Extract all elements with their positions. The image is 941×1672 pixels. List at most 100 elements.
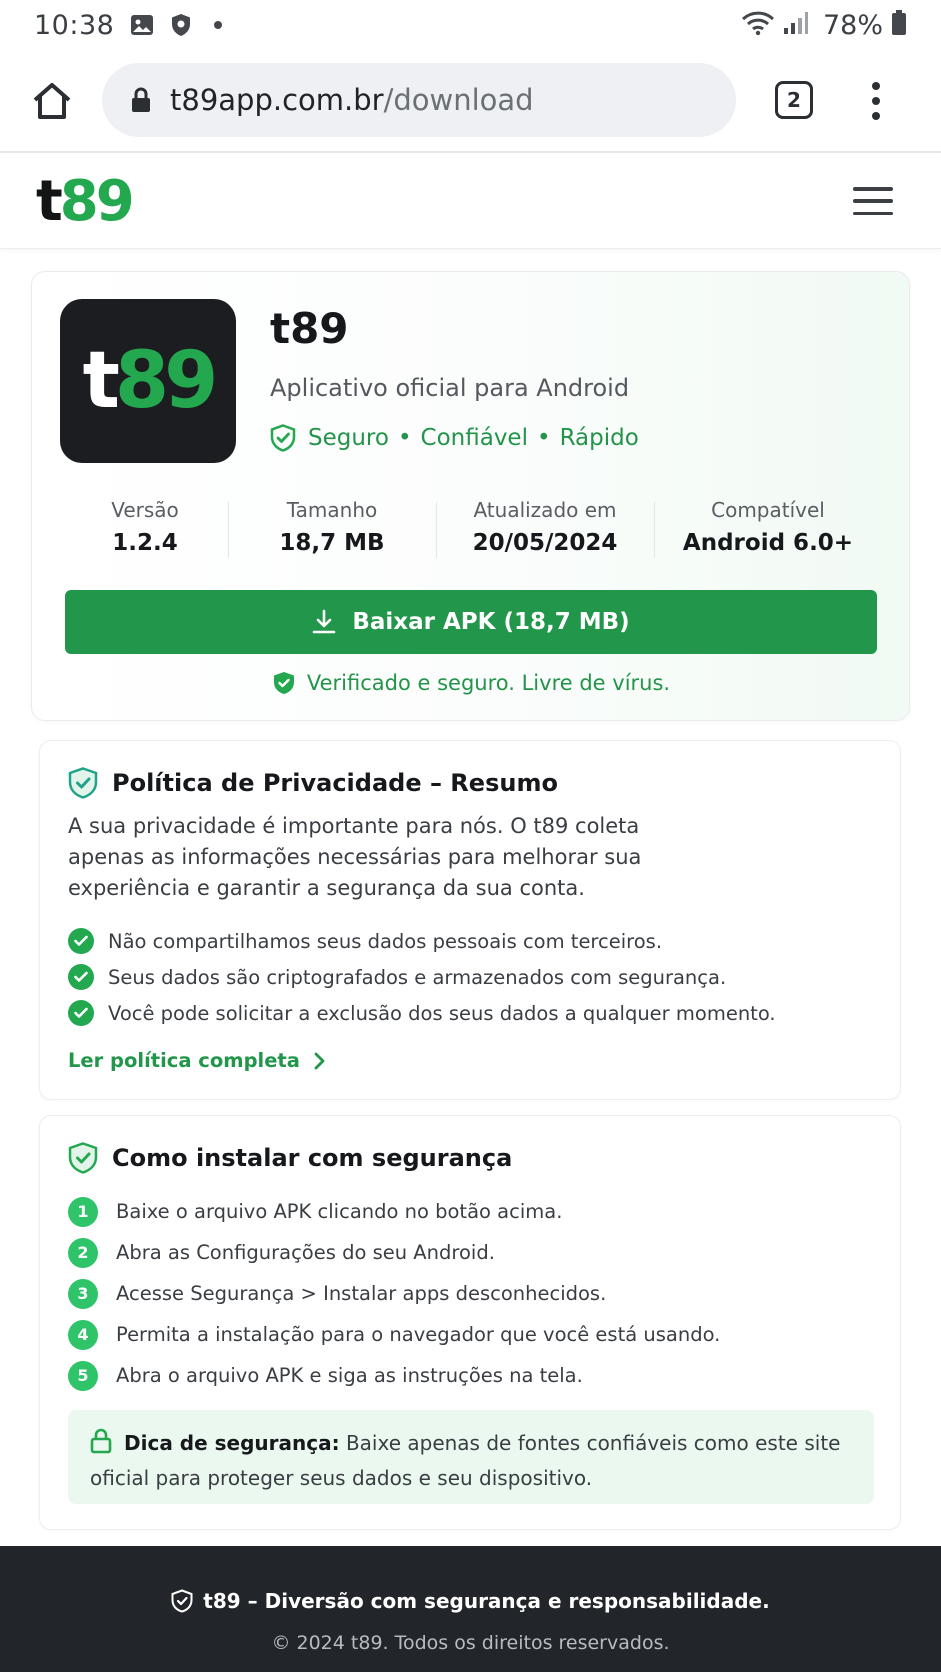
list-item: Seus dados são criptografados e armazena… [68, 959, 776, 995]
read-link-label: Ler política completa [68, 1049, 300, 1072]
app-info-row: Versão 1.2.4 Tamanho 18,7 MB Atualizado … [62, 498, 882, 558]
info-value: Android 6.0+ [682, 530, 854, 556]
verified-note: Verificado e seguro. Livre de vírus. [32, 671, 911, 695]
app-icon-logo: t89 [82, 336, 219, 426]
step-text: Abra o arquivo APK e siga as instruções … [116, 1364, 583, 1387]
badge-secure: Seguro [308, 425, 389, 451]
app-subtitle: Aplicativo oficial para Android [270, 374, 630, 402]
read-full-policy-link[interactable]: Ler política completa [68, 1049, 326, 1072]
badge-separator: • [397, 425, 412, 451]
notification-dot [214, 21, 223, 29]
tabs-button[interactable]: 2 [775, 81, 813, 119]
download-label: Baixar APK (18,7 MB) [352, 609, 630, 635]
step-text: Permita a instalação para o navegador qu… [116, 1323, 721, 1346]
step-text: Baixe o arquivo APK clicando no botão ac… [116, 1200, 563, 1223]
footer-tagline: t89 – Diversão com segurança e responsab… [0, 1589, 941, 1613]
step-number: 3 [68, 1278, 98, 1309]
browser-toolbar: t89app.com.br/download 2 [0, 50, 941, 153]
home-icon [33, 82, 71, 119]
install-card: Como instalar com segurança 1 Baixe o arq… [39, 1115, 901, 1530]
url-text: t89app.com.br/download [170, 83, 534, 117]
lock-icon [132, 87, 150, 112]
list-item: 5 Abra o arquivo APK e siga as instruções… [68, 1355, 720, 1396]
wifi-icon [741, 10, 775, 40]
step-number: 4 [68, 1319, 98, 1350]
info-value: 1.2.4 [112, 530, 178, 556]
app-badges: Seguro • Confiável • Rápido [270, 424, 639, 452]
home-button[interactable] [30, 79, 74, 123]
info-label: Versão [111, 498, 179, 522]
image-icon [130, 14, 154, 36]
list-item: 2 Abra as Configurações do seu Android. [68, 1232, 720, 1273]
hamburger-menu-icon[interactable] [853, 187, 893, 215]
site-footer: t89 – Diversão com segurança e responsab… [0, 1546, 941, 1672]
download-apk-button[interactable]: Baixar APK (18,7 MB) [65, 590, 877, 654]
info-updated: Atualizado em 20/05/2024 [436, 498, 654, 558]
status-right: 78% [741, 10, 907, 41]
privacy-summary: A sua privacidade é importante para nós.… [68, 814, 642, 900]
badge-trusted: Confiável [420, 425, 528, 451]
list-item: Você pode solicitar a exclusão dos seus … [68, 995, 776, 1031]
step-text: Abra as Configurações do seu Android. [116, 1241, 495, 1264]
check-circle-icon [68, 928, 94, 954]
signal-icon [783, 11, 809, 39]
info-size: Tamanho 18,7 MB [228, 498, 436, 558]
url-bar[interactable]: t89app.com.br/download [102, 63, 736, 137]
status-bar: 10:38 78% [0, 0, 941, 50]
info-value: 20/05/2024 [472, 530, 618, 556]
privacy-title-text: Política de Privacidade – Resumo [112, 769, 558, 797]
install-title: Como instalar com segurança [68, 1142, 512, 1174]
tip-label: Dica de segurança: [124, 1431, 340, 1455]
footer-copyright: © 2024 t89. Todos os direitos reservados… [271, 1632, 670, 1654]
list-item-text: Você pode solicitar a exclusão dos seus … [108, 1001, 776, 1025]
badge-fast: Rápido [559, 425, 639, 451]
site-header: t89 [0, 155, 941, 249]
shield-check-icon [171, 1589, 193, 1613]
app-name: t89 [270, 304, 349, 353]
info-version: Versão 1.2.4 [62, 498, 228, 558]
url-path: /download [383, 83, 534, 117]
list-item: Não compartilhamos seus dados pessoais c… [68, 923, 776, 959]
chevron-right-icon [314, 1052, 326, 1070]
app-icon: t89 [60, 299, 236, 463]
step-number: 1 [68, 1196, 98, 1227]
list-item-text: Não compartilhamos seus dados pessoais c… [108, 929, 663, 953]
battery-level: 78% [822, 9, 883, 41]
install-title-text: Como instalar com segurança [112, 1144, 513, 1172]
list-item: 4 Permita a instalação para o navegador q… [68, 1314, 720, 1355]
privacy-card: Política de Privacidade – Resumo A sua p… [39, 740, 901, 1100]
site-logo[interactable]: t89 [36, 173, 135, 230]
download-icon [312, 609, 336, 635]
privacy-title: Política de Privacidade – Resumo [68, 767, 558, 799]
info-compatible: Compatível Android 6.0+ [654, 498, 882, 558]
info-value: 18,7 MB [279, 530, 385, 556]
verified-text: Verificado e seguro. Livre de vírus. [306, 671, 671, 695]
status-time: 10:38 [34, 9, 115, 41]
shield-check-icon [273, 671, 295, 695]
info-label: Tamanho [286, 498, 378, 522]
check-circle-icon [68, 964, 94, 990]
url-domain: t89app.com.br [170, 83, 384, 117]
shield-check-icon [68, 767, 98, 799]
check-circle-icon [68, 1000, 94, 1026]
info-label: Atualizado em [473, 498, 617, 522]
badge-separator: • [536, 425, 551, 451]
shield-icon [170, 13, 192, 37]
step-number: 5 [68, 1360, 98, 1391]
app-card: t89 t89 Aplicativo oficial para Android … [31, 271, 910, 721]
footer-tagline-text: t89 – Diversão com segurança e responsab… [203, 1589, 770, 1613]
privacy-checklist: Não compartilhamos seus dados pessoais c… [68, 923, 776, 1031]
shield-check-icon [270, 424, 296, 452]
info-label: Compatível [711, 498, 825, 522]
security-tip: Dica de segurança: Baixe apenas de fonte… [68, 1410, 874, 1504]
list-item: 3 Acesse Segurança > Instalar apps descon… [68, 1273, 720, 1314]
shield-check-icon [68, 1142, 98, 1174]
browser-menu-button[interactable] [866, 78, 886, 124]
list-item-text: Seus dados são criptografados e armazena… [108, 965, 727, 989]
step-number: 2 [68, 1237, 98, 1268]
install-steps: 1 Baixe o arquivo APK clicando no botão a… [68, 1191, 720, 1396]
lock-icon [90, 1428, 112, 1463]
step-text: Acesse Segurança > Instalar apps desconh… [116, 1282, 607, 1305]
list-item: 1 Baixe o arquivo APK clicando no botão a… [68, 1191, 720, 1232]
battery-icon [891, 10, 907, 40]
